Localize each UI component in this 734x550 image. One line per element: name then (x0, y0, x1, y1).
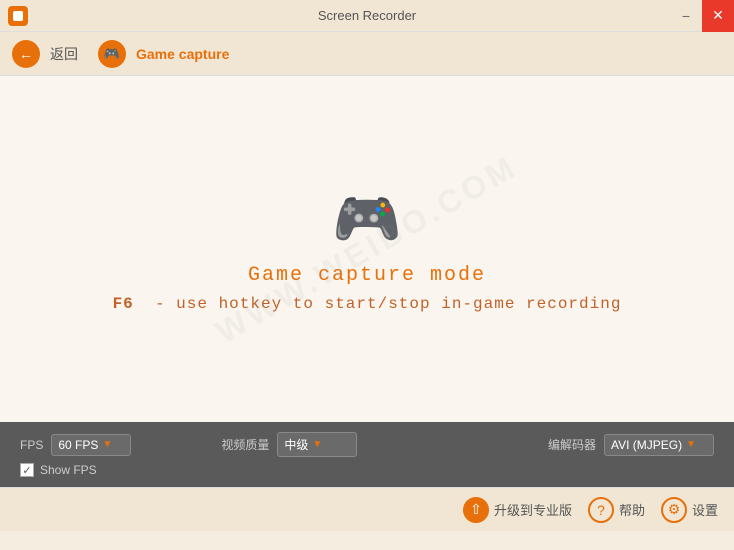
fps-value: 60 FPS (58, 438, 98, 452)
fps-label: FPS (20, 438, 43, 452)
close-button[interactable]: ✕ (702, 0, 734, 32)
sub-header: ← 返回 🎮 Game capture (0, 32, 734, 76)
settings-row-checkbox: ✓ Show FPS (20, 463, 714, 477)
settings-row-main: FPS 60 FPS ▼ 视频质量 中级 ▼ 编解码器 AVI (MJPEG) … (20, 432, 714, 457)
footer-bar: ⇧ 升级到专业版 ? 帮助 ⚙ 设置 (0, 487, 734, 531)
encoder-label: 编解码器 (548, 436, 596, 453)
encoder-group: 编解码器 AVI (MJPEG) ▼ (548, 434, 714, 456)
upgrade-label: 升级到专业版 (494, 500, 572, 519)
settings-bar: FPS 60 FPS ▼ 视频质量 中级 ▼ 编解码器 AVI (MJPEG) … (0, 422, 734, 487)
back-button[interactable]: ← (12, 40, 40, 68)
fps-dropdown-arrow: ▼ (102, 439, 112, 450)
fps-select[interactable]: 60 FPS ▼ (51, 434, 131, 456)
help-icon: ? (588, 497, 614, 523)
hotkey-f6: F6 (113, 295, 134, 313)
upgrade-icon: ⇧ (463, 497, 489, 523)
gamepad-large-icon: 🎮 (332, 186, 402, 252)
title-bar-left (0, 6, 28, 26)
app-icon (8, 6, 28, 26)
fps-group: FPS 60 FPS ▼ (20, 434, 131, 456)
upgrade-button[interactable]: ⇧ 升级到专业版 (463, 497, 572, 523)
back-arrow-icon: ← (19, 46, 33, 62)
hotkey-description: F6 - use hotkey to start/stop in-game re… (113, 295, 622, 313)
mode-title: Game capture mode (248, 264, 486, 287)
main-content: WWW.WEIBO.COM 🎮 Game capture mode F6 - u… (0, 76, 734, 422)
settings-button[interactable]: ⚙ 设置 (661, 497, 718, 523)
settings-icon: ⚙ (661, 497, 687, 523)
show-fps-checkbox[interactable]: ✓ (20, 463, 34, 477)
encoder-dropdown-arrow: ▼ (686, 439, 696, 450)
quality-label: 视频质量 (221, 436, 269, 453)
title-bar: Screen Recorder − ✕ (0, 0, 734, 32)
window-title: Screen Recorder (318, 8, 416, 23)
help-button[interactable]: ? 帮助 (588, 497, 645, 523)
quality-group: 视频质量 中级 ▼ (221, 432, 357, 457)
game-capture-label: Game capture (136, 46, 229, 62)
quality-dropdown-arrow: ▼ (312, 439, 322, 450)
gamepad-icon: 🎮 (104, 46, 120, 62)
game-capture-icon: 🎮 (98, 40, 126, 68)
encoder-select[interactable]: AVI (MJPEG) ▼ (604, 434, 714, 456)
minimize-button[interactable]: − (670, 0, 702, 32)
quality-value: 中级 (284, 436, 308, 453)
quality-select[interactable]: 中级 ▼ (277, 432, 357, 457)
back-label: 返回 (50, 44, 78, 64)
show-fps-checkbox-group: ✓ Show FPS (20, 463, 97, 477)
encoder-value: AVI (MJPEG) (611, 438, 682, 452)
show-fps-label: Show FPS (40, 463, 97, 477)
window-controls: − ✕ (670, 0, 734, 32)
settings-label: 设置 (692, 500, 718, 519)
help-label: 帮助 (619, 500, 645, 519)
hotkey-rest: - use hotkey to start/stop in-game recor… (134, 295, 622, 313)
